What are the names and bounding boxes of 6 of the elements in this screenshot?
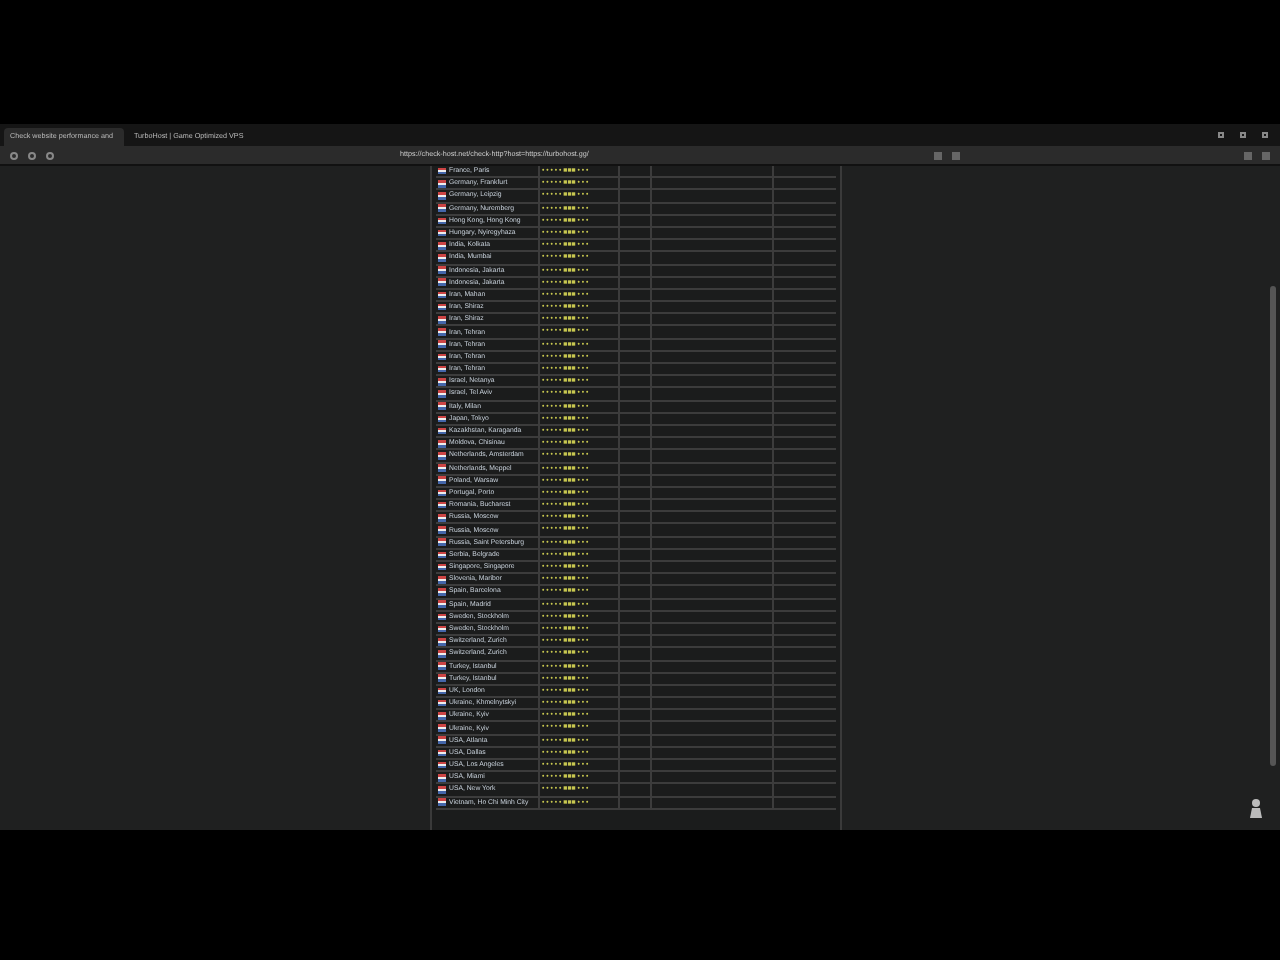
- extension-icon[interactable]: [934, 151, 942, 159]
- scrollbar[interactable]: [1270, 286, 1276, 766]
- maximize-icon[interactable]: [1240, 132, 1246, 138]
- person-icon: [1248, 798, 1264, 818]
- extension-icon[interactable]: [1244, 151, 1252, 159]
- extension-icon[interactable]: [952, 151, 960, 159]
